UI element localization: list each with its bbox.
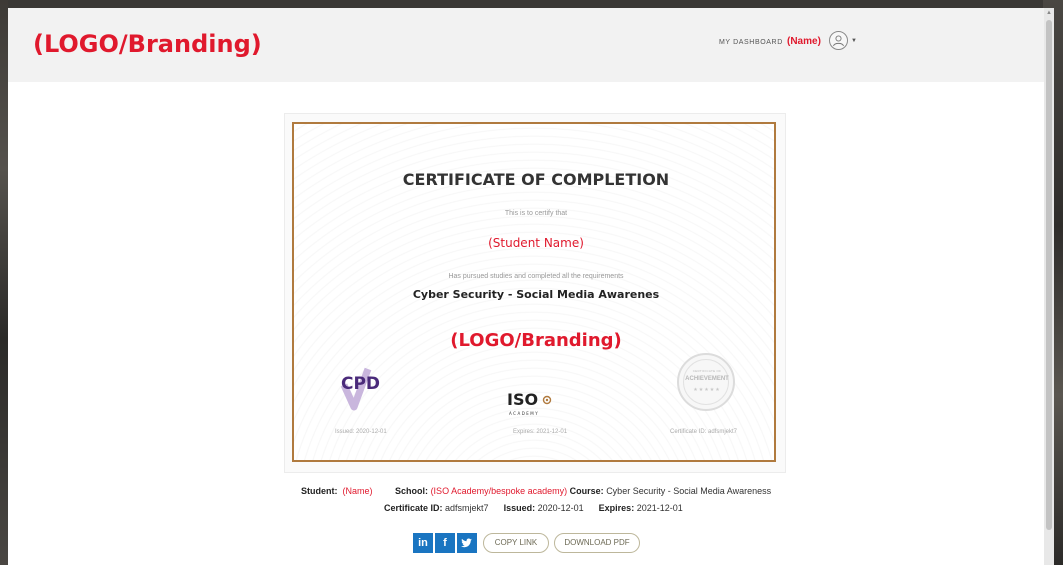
- vertical-scrollbar[interactable]: ▲: [1044, 8, 1054, 565]
- iso-logo-text: ISO: [507, 390, 538, 409]
- student-value: (Name): [342, 486, 373, 496]
- course-name: Cyber Security - Social Media Awarenes: [412, 288, 660, 301]
- top-navbar: (LOGO/Branding) MY DASHBOARD (Name) ▼: [8, 8, 1044, 82]
- scrollbar-thumb[interactable]: [1046, 20, 1052, 530]
- brand-logo[interactable]: (LOGO/Branding): [33, 30, 262, 58]
- expires-value: 2021-12-01: [636, 503, 683, 513]
- expires-label: Expires:: [598, 503, 635, 513]
- seal-main-text: ACHIEVEMENT: [685, 376, 729, 382]
- chevron-down-icon[interactable]: ▼: [851, 38, 857, 44]
- course-value: Cyber Security - Social Media Awareness: [606, 486, 772, 496]
- course-label: Course:: [569, 486, 604, 496]
- cert-id-label: Certificate ID:: [384, 503, 443, 513]
- certify-text: This is to certify that: [504, 210, 568, 217]
- achievement-seal-icon: CERTIFICATE OF ACHIEVEMENT ★★★★★: [677, 353, 735, 411]
- iso-academy-logo-icon: ISO ACADEMY: [504, 384, 564, 424]
- my-dashboard-link[interactable]: MY DASHBOARD: [719, 39, 783, 46]
- certificate-card: CERTIFICATE OF COMPLETION This is to cer…: [285, 114, 785, 472]
- seal-top-text: CERTIFICATE OF: [692, 369, 722, 373]
- twitter-icon: [461, 538, 472, 548]
- seal-stars-icon: ★★★★★: [693, 387, 721, 393]
- twitter-share-button[interactable]: [457, 533, 477, 553]
- certificate-details-line-1: Student: (Name) School: (ISO Academy/bes…: [301, 486, 771, 496]
- student-label: Student:: [301, 486, 338, 496]
- facebook-share-button[interactable]: f: [435, 533, 455, 553]
- certificate-frame: CERTIFICATE OF COMPLETION This is to cer…: [292, 122, 776, 462]
- school-value: (ISO Academy/bespoke academy): [430, 486, 568, 496]
- linkedin-share-button[interactable]: in: [413, 533, 433, 553]
- certificate-issued: Issued: 2020-12-01: [335, 429, 387, 435]
- certificate-id: Certificate ID: adfsmjekt7: [670, 429, 738, 435]
- copy-link-button[interactable]: COPY LINK: [483, 533, 549, 553]
- browser-page: (LOGO/Branding) MY DASHBOARD (Name) ▼ CE…: [8, 8, 1044, 565]
- iso-logo-sub: ACADEMY: [509, 411, 539, 416]
- cpd-logo-text: CPD: [341, 374, 380, 394]
- pursued-text: Has pursued studies and completed all th…: [448, 273, 624, 280]
- school-label: School:: [395, 486, 429, 496]
- cert-id-value: adfsmjekt7: [445, 503, 489, 513]
- cpd-logo-icon: CPD: [334, 361, 394, 411]
- certificate-title: CERTIFICATE OF COMPLETION: [402, 170, 670, 189]
- certificate-details-line-2: Certificate ID: adfsmjekt7 Issued: 2020-…: [384, 503, 683, 513]
- certificate-expires: Expires: 2021-12-01: [513, 429, 568, 435]
- issued-label: Issued:: [503, 503, 536, 513]
- desktop-background-top: [0, 0, 1063, 8]
- avatar-icon[interactable]: [829, 31, 848, 50]
- user-name[interactable]: (Name): [787, 36, 821, 47]
- issued-value: 2020-12-01: [537, 503, 584, 513]
- student-name: (Student Name): [488, 236, 584, 250]
- desktop-background-left: [0, 0, 8, 565]
- scroll-up-icon[interactable]: ▲: [1044, 8, 1054, 18]
- certificate-brand-logo: (LOGO/Branding): [450, 330, 622, 351]
- download-pdf-button[interactable]: DOWNLOAD PDF: [554, 533, 640, 553]
